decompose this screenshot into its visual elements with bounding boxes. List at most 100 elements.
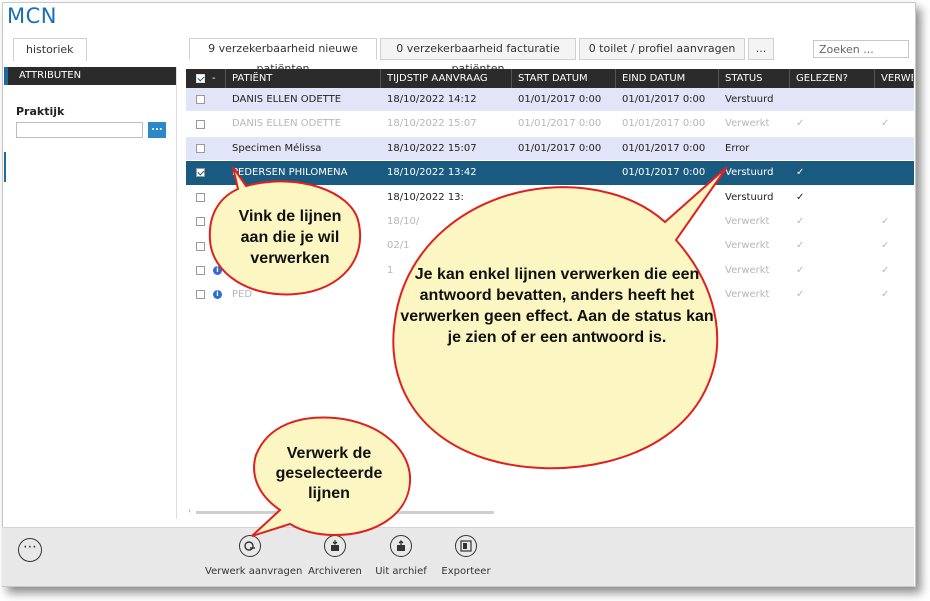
header-tijdstip[interactable]: TIJDSTIP AANVRAAG	[381, 69, 512, 88]
patient-cell: PED	[232, 289, 253, 301]
gelezen-cell: ✓	[796, 215, 805, 227]
tab-facturatie-patienten[interactable]: 0 verzekerbaarheid facturatie patiënten	[380, 38, 576, 75]
verwerkt-cell: ✓	[881, 118, 890, 130]
sidebar-marker	[4, 152, 6, 182]
header-verwerkt[interactable]: VERWE	[875, 69, 914, 88]
tab-historiek[interactable]: historiek	[13, 38, 87, 61]
verwerkt-cell: ✓	[881, 215, 890, 227]
sidebar: ATTRIBUTEN Praktijk ...	[4, 67, 177, 519]
row-select-cell	[186, 112, 226, 135]
gelezen-cell	[790, 88, 875, 111]
tijdstip-cell: 18/10/2022 14:12	[387, 94, 477, 105]
tab-bar: 9 verzekerbaarheid nieuwe patiënten 0 ve…	[189, 38, 777, 75]
gelezen-cell: ✓	[796, 118, 805, 130]
verwerkt-cell	[875, 88, 914, 111]
tijdstip-cell: 18/10/2022 15:07	[387, 118, 477, 130]
status-cell: Verwerkt	[725, 289, 770, 301]
header-status[interactable]: STATUS	[719, 69, 790, 88]
status-cell: Verwerkt	[725, 240, 770, 252]
search-input[interactable]	[813, 40, 909, 58]
start-cell: 01/01/2017 0:00	[518, 94, 602, 105]
row-checkbox[interactable]	[196, 95, 205, 105]
table-row[interactable]: PEDERSEN PHILOMENA 18/10/2022 13:42 01/01/…	[186, 161, 914, 186]
tijdstip-cell: 18/10/2022 13:42	[387, 167, 477, 179]
status-cell: Verwerkt	[725, 118, 770, 130]
eind-cell	[616, 210, 719, 233]
eind-cell	[616, 186, 719, 209]
table-row[interactable]: DANIS ELLEN ODETTE 18/10/2022 15:07 01/01/…	[186, 112, 914, 137]
row-select-cell	[186, 161, 226, 184]
archiveren-button[interactable]: Archiveren	[305, 535, 365, 577]
row-select-cell: i	[186, 283, 226, 306]
row-select-cell	[186, 88, 226, 111]
row-checkbox[interactable]	[196, 143, 205, 153]
callout-process-selected: Verwerk de geselecteerde lijnen	[275, 445, 383, 502]
unarchive-icon	[390, 535, 412, 557]
praktijk-browse-button[interactable]: ...	[148, 122, 166, 138]
more-options-button[interactable]: ⋯	[18, 538, 42, 562]
uit-archief-label: Uit archief	[375, 566, 427, 577]
row-checkbox[interactable]	[196, 265, 205, 275]
row-select-cell	[186, 137, 226, 160]
patient-cell: DANIS ELLEN ODETTE	[232, 94, 342, 105]
verwerkt-cell	[875, 161, 914, 184]
gelezen-cell: ✓	[796, 167, 805, 179]
horizontal-scrollbar[interactable]	[196, 511, 494, 514]
status-cell: Verstuurd	[725, 167, 774, 179]
eind-cell: 01/01/2017 0:00	[622, 167, 706, 179]
verwerkt-cell: ✓	[881, 240, 890, 252]
exporteer-button[interactable]: Exporteer	[437, 535, 495, 577]
verwerkt-cell: ✓	[881, 289, 890, 301]
tab-nieuwe-patienten[interactable]: 9 verzekerbaarheid nieuwe patiënten	[189, 38, 377, 75]
row-checkbox[interactable]	[196, 119, 205, 129]
row-select-cell	[186, 234, 226, 257]
info-icon[interactable]: i	[213, 290, 222, 300]
uit-archief-button[interactable]: Uit archief	[371, 535, 431, 577]
header-start[interactable]: START DATUM	[512, 69, 616, 88]
verwerk-aanvragen-button[interactable]: Verwerk aanvragen	[205, 535, 302, 577]
callout-only-answers: Je kan enkel lijnen verwerken die een an…	[400, 266, 714, 346]
header-eind[interactable]: EIND DATUM	[616, 69, 719, 88]
row-checkbox[interactable]	[196, 217, 205, 227]
row-checkbox[interactable]	[196, 241, 205, 251]
archiveren-label: Archiveren	[308, 566, 362, 577]
tab-toilet-profiel[interactable]: 0 toilet / profiel aanvragen	[579, 38, 745, 60]
eind-cell: 01/01/2017 0:00	[622, 142, 706, 154]
row-checkbox[interactable]	[196, 192, 205, 202]
patient-cell: PEDERSEN PHILOMENA	[232, 167, 348, 179]
gelezen-cell: ✓	[796, 191, 805, 203]
status-cell: Error	[725, 142, 750, 154]
status-cell: Verwerkt	[725, 264, 770, 276]
start-cell	[512, 234, 616, 257]
info-icon[interactable]: i	[213, 265, 222, 275]
gelezen-cell: ✓	[796, 240, 805, 252]
gelezen-cell	[790, 137, 875, 160]
export-icon	[455, 535, 477, 557]
start-cell: 01/01/2017 0:00	[518, 142, 602, 154]
praktijk-label: Praktijk	[16, 105, 65, 118]
app-title: MCN	[7, 4, 57, 28]
tijdstip-cell: 18/10/	[387, 215, 420, 227]
header-gelezen[interactable]: GELEZEN?	[790, 69, 875, 88]
praktijk-input[interactable]	[16, 122, 143, 138]
start-cell	[512, 161, 616, 184]
table-row[interactable]: Specimen Mélissa 18/10/2022 15:07 01/01/20…	[186, 136, 914, 162]
table-row[interactable]: DANIS ELLEN ODETTE 18/10/2022 14:12 01/01/…	[186, 88, 914, 113]
start-cell	[512, 186, 616, 209]
sidebar-header: ATTRIBUTEN	[4, 67, 176, 85]
row-checkbox[interactable]	[196, 168, 205, 178]
tijdstip-cell: 18/10/2022 15:07	[387, 142, 477, 154]
eind-cell	[616, 234, 719, 257]
status-cell: Verstuurd	[725, 94, 774, 105]
header-select[interactable]: -	[186, 69, 226, 88]
scroll-left-icon[interactable]: ‹	[188, 506, 191, 515]
status-cell: Verstuurd	[725, 191, 774, 203]
row-checkbox[interactable]	[196, 290, 205, 300]
process-icon	[239, 535, 261, 557]
sort-indicator[interactable]: -	[212, 69, 216, 88]
eind-cell: 01/01/2017 0:00	[622, 94, 706, 105]
row-select-cell: i	[186, 259, 226, 282]
select-all-checkbox[interactable]	[196, 74, 205, 83]
header-patient[interactable]: PATIËNT	[226, 69, 381, 88]
tab-more[interactable]: ...	[748, 38, 774, 60]
